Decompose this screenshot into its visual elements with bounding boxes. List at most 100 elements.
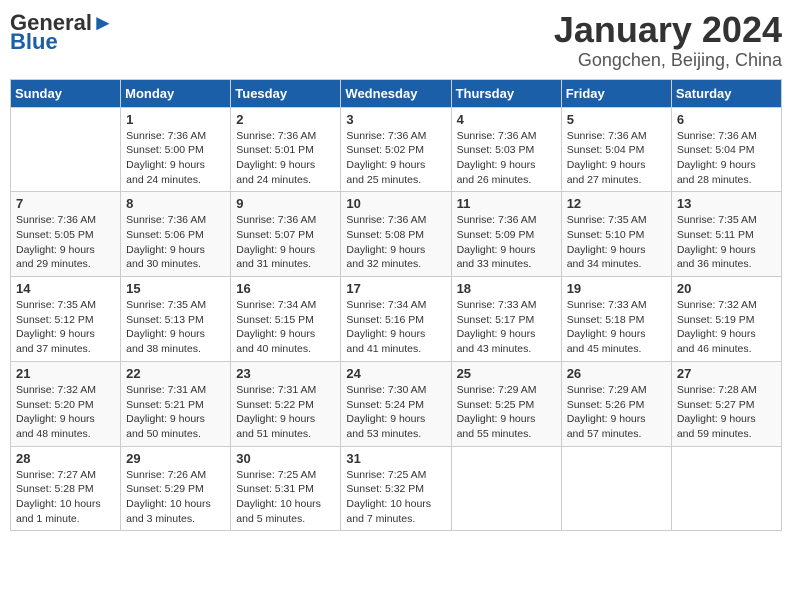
day-cell: 7 Sunrise: 7:36 AMSunset: 5:05 PMDaylight… xyxy=(11,192,121,277)
day-cell: 17 Sunrise: 7:34 AMSunset: 5:16 PMDayligh… xyxy=(341,277,451,362)
day-cell: 14 Sunrise: 7:35 AMSunset: 5:12 PMDayligh… xyxy=(11,277,121,362)
day-info: Sunrise: 7:36 AMSunset: 5:04 PMDaylight:… xyxy=(567,129,666,188)
day-cell: 11 Sunrise: 7:36 AMSunset: 5:09 PMDayligh… xyxy=(451,192,561,277)
header-monday: Monday xyxy=(121,79,231,107)
day-number: 20 xyxy=(677,281,776,296)
calendar-body: 1Sunrise: 7:36 AMSunset: 5:00 PMDaylight… xyxy=(11,107,782,531)
day-cell: 29Sunrise: 7:26 AMSunset: 5:29 PMDayligh… xyxy=(121,446,231,531)
header-friday: Friday xyxy=(561,79,671,107)
day-info: Sunrise: 7:36 AMSunset: 5:01 PMDaylight:… xyxy=(236,129,335,188)
day-info: Sunrise: 7:34 AMSunset: 5:15 PMDaylight:… xyxy=(236,298,335,357)
day-number: 24 xyxy=(346,366,445,381)
day-cell: 6Sunrise: 7:36 AMSunset: 5:04 PMDaylight… xyxy=(671,107,781,192)
day-cell: 18 Sunrise: 7:33 AMSunset: 5:17 PMDayligh… xyxy=(451,277,561,362)
day-info: Sunrise: 7:36 AMSunset: 5:06 PMDaylight:… xyxy=(126,213,225,272)
day-cell: 24 Sunrise: 7:30 AMSunset: 5:24 PMDayligh… xyxy=(341,361,451,446)
day-info: Sunrise: 7:32 AMSunset: 5:19 PMDaylight:… xyxy=(677,298,776,357)
header-sunday: Sunday xyxy=(11,79,121,107)
day-number: 13 xyxy=(677,196,776,211)
day-info: Sunrise: 7:36 AMSunset: 5:07 PMDaylight:… xyxy=(236,213,335,272)
day-info: Sunrise: 7:33 AMSunset: 5:18 PMDaylight:… xyxy=(567,298,666,357)
day-info: Sunrise: 7:36 AMSunset: 5:02 PMDaylight:… xyxy=(346,129,445,188)
day-cell xyxy=(671,446,781,531)
page-title: January 2024 xyxy=(554,10,782,50)
day-info: Sunrise: 7:31 AMSunset: 5:22 PMDaylight:… xyxy=(236,383,335,442)
day-number: 8 xyxy=(126,196,225,211)
page-subtitle: Gongchen, Beijing, China xyxy=(554,50,782,71)
day-number: 11 xyxy=(457,196,556,211)
day-info: Sunrise: 7:25 AMSunset: 5:32 PMDaylight:… xyxy=(346,468,445,527)
header-tuesday: Tuesday xyxy=(231,79,341,107)
header-thursday: Thursday xyxy=(451,79,561,107)
day-number: 21 xyxy=(16,366,115,381)
day-info: Sunrise: 7:35 AMSunset: 5:10 PMDaylight:… xyxy=(567,213,666,272)
day-number: 2 xyxy=(236,112,335,127)
day-info: Sunrise: 7:28 AMSunset: 5:27 PMDaylight:… xyxy=(677,383,776,442)
day-cell: 20 Sunrise: 7:32 AMSunset: 5:19 PMDayligh… xyxy=(671,277,781,362)
day-cell: 10 Sunrise: 7:36 AMSunset: 5:08 PMDayligh… xyxy=(341,192,451,277)
day-number: 9 xyxy=(236,196,335,211)
day-cell: 12 Sunrise: 7:35 AMSunset: 5:10 PMDayligh… xyxy=(561,192,671,277)
day-info: Sunrise: 7:35 AMSunset: 5:13 PMDaylight:… xyxy=(126,298,225,357)
day-info: Sunrise: 7:36 AMSunset: 5:05 PMDaylight:… xyxy=(16,213,115,272)
day-info: Sunrise: 7:34 AMSunset: 5:16 PMDaylight:… xyxy=(346,298,445,357)
day-cell: 26 Sunrise: 7:29 AMSunset: 5:26 PMDayligh… xyxy=(561,361,671,446)
day-number: 14 xyxy=(16,281,115,296)
day-cell: 23 Sunrise: 7:31 AMSunset: 5:22 PMDayligh… xyxy=(231,361,341,446)
day-info: Sunrise: 7:31 AMSunset: 5:21 PMDaylight:… xyxy=(126,383,225,442)
day-info: Sunrise: 7:35 AMSunset: 5:11 PMDaylight:… xyxy=(677,213,776,272)
day-info: Sunrise: 7:25 AMSunset: 5:31 PMDaylight:… xyxy=(236,468,335,527)
day-cell: 21Sunrise: 7:32 AMSunset: 5:20 PMDayligh… xyxy=(11,361,121,446)
day-cell: 5 Sunrise: 7:36 AMSunset: 5:04 PMDaylight… xyxy=(561,107,671,192)
day-number: 23 xyxy=(236,366,335,381)
week-row-4: 21Sunrise: 7:32 AMSunset: 5:20 PMDayligh… xyxy=(11,361,782,446)
calendar-header: Sunday Monday Tuesday Wednesday Thursday… xyxy=(11,79,782,107)
day-number: 27 xyxy=(677,366,776,381)
day-info: Sunrise: 7:36 AMSunset: 5:09 PMDaylight:… xyxy=(457,213,556,272)
day-number: 25 xyxy=(457,366,556,381)
weekday-header-row: Sunday Monday Tuesday Wednesday Thursday… xyxy=(11,79,782,107)
day-number: 26 xyxy=(567,366,666,381)
day-number: 6 xyxy=(677,112,776,127)
week-row-5: 28 Sunrise: 7:27 AMSunset: 5:28 PMDayligh… xyxy=(11,446,782,531)
day-cell: 28 Sunrise: 7:27 AMSunset: 5:28 PMDayligh… xyxy=(11,446,121,531)
day-cell: 30 Sunrise: 7:25 AMSunset: 5:31 PMDayligh… xyxy=(231,446,341,531)
day-info: Sunrise: 7:27 AMSunset: 5:28 PMDaylight:… xyxy=(16,468,115,527)
day-cell: 27 Sunrise: 7:28 AMSunset: 5:27 PMDayligh… xyxy=(671,361,781,446)
day-number: 7 xyxy=(16,196,115,211)
day-info: Sunrise: 7:35 AMSunset: 5:12 PMDaylight:… xyxy=(16,298,115,357)
day-number: 17 xyxy=(346,281,445,296)
day-number: 5 xyxy=(567,112,666,127)
day-cell xyxy=(11,107,121,192)
week-row-1: 1Sunrise: 7:36 AMSunset: 5:00 PMDaylight… xyxy=(11,107,782,192)
day-info: Sunrise: 7:30 AMSunset: 5:24 PMDaylight:… xyxy=(346,383,445,442)
day-info: Sunrise: 7:29 AMSunset: 5:26 PMDaylight:… xyxy=(567,383,666,442)
day-info: Sunrise: 7:26 AMSunset: 5:29 PMDaylight:… xyxy=(126,468,225,527)
day-number: 3 xyxy=(346,112,445,127)
day-info: Sunrise: 7:36 AMSunset: 5:03 PMDaylight:… xyxy=(457,129,556,188)
day-number: 22 xyxy=(126,366,225,381)
day-cell: 1Sunrise: 7:36 AMSunset: 5:00 PMDaylight… xyxy=(121,107,231,192)
day-number: 28 xyxy=(16,451,115,466)
week-row-2: 7 Sunrise: 7:36 AMSunset: 5:05 PMDaylight… xyxy=(11,192,782,277)
day-cell xyxy=(561,446,671,531)
day-cell: 3 Sunrise: 7:36 AMSunset: 5:02 PMDaylight… xyxy=(341,107,451,192)
day-info: Sunrise: 7:33 AMSunset: 5:17 PMDaylight:… xyxy=(457,298,556,357)
title-section: January 2024 Gongchen, Beijing, China xyxy=(554,10,782,71)
day-number: 18 xyxy=(457,281,556,296)
week-row-3: 14 Sunrise: 7:35 AMSunset: 5:12 PMDayligh… xyxy=(11,277,782,362)
day-number: 12 xyxy=(567,196,666,211)
day-cell: 19Sunrise: 7:33 AMSunset: 5:18 PMDayligh… xyxy=(561,277,671,362)
day-cell: 25 Sunrise: 7:29 AMSunset: 5:25 PMDayligh… xyxy=(451,361,561,446)
day-info: Sunrise: 7:36 AMSunset: 5:00 PMDaylight:… xyxy=(126,129,225,188)
page-header: General► Blue January 2024 Gongchen, Bei… xyxy=(10,10,782,71)
day-number: 30 xyxy=(236,451,335,466)
header-wednesday: Wednesday xyxy=(341,79,451,107)
day-info: Sunrise: 7:36 AMSunset: 5:08 PMDaylight:… xyxy=(346,213,445,272)
header-saturday: Saturday xyxy=(671,79,781,107)
day-info: Sunrise: 7:29 AMSunset: 5:25 PMDaylight:… xyxy=(457,383,556,442)
day-number: 16 xyxy=(236,281,335,296)
logo: General► Blue xyxy=(10,10,114,52)
day-number: 10 xyxy=(346,196,445,211)
day-number: 15 xyxy=(126,281,225,296)
